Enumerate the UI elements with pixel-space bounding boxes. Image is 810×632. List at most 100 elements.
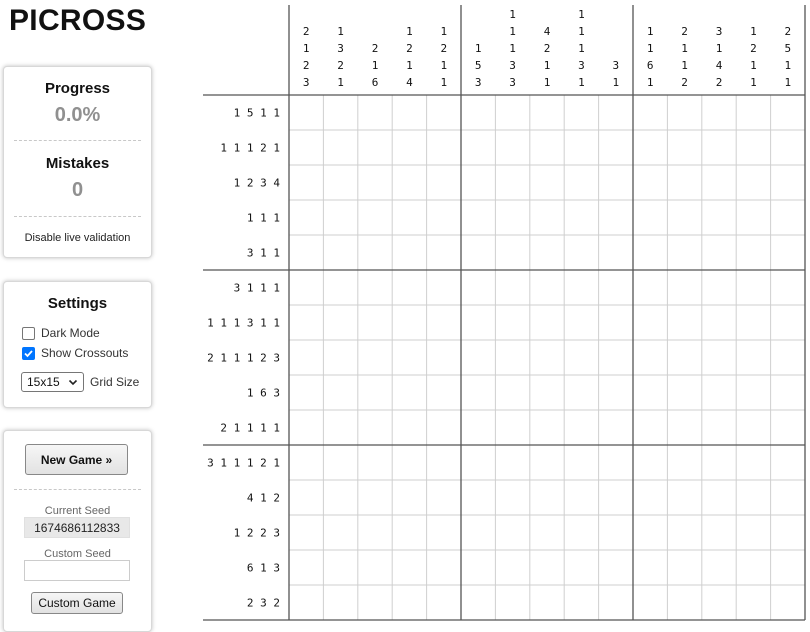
grid-cell[interactable] bbox=[357, 235, 393, 270]
grid-cell[interactable] bbox=[667, 200, 702, 235]
grid-cell[interactable] bbox=[461, 515, 496, 550]
grid-cell[interactable] bbox=[564, 550, 599, 585]
grid-cell[interactable] bbox=[633, 515, 668, 550]
grid-cell[interactable] bbox=[770, 550, 805, 585]
grid-cell[interactable] bbox=[323, 445, 358, 480]
grid-cell[interactable] bbox=[392, 550, 427, 585]
grid-cell[interactable] bbox=[667, 515, 702, 550]
grid-cell[interactable] bbox=[701, 305, 737, 340]
grid-cell[interactable] bbox=[357, 200, 393, 235]
grid-cell[interactable] bbox=[529, 340, 565, 375]
grid-cell[interactable] bbox=[736, 585, 771, 620]
grid-cell[interactable] bbox=[357, 585, 393, 620]
grid-cell[interactable] bbox=[289, 410, 324, 445]
grid-cell[interactable] bbox=[323, 375, 358, 410]
grid-cell[interactable] bbox=[495, 550, 530, 585]
grid-cell[interactable] bbox=[598, 410, 633, 445]
grid-cell[interactable] bbox=[461, 270, 496, 305]
grid-cell[interactable] bbox=[357, 270, 393, 305]
grid-cell[interactable] bbox=[736, 165, 771, 200]
grid-cell[interactable] bbox=[426, 515, 461, 550]
grid-cell[interactable] bbox=[323, 480, 358, 515]
grid-cell[interactable] bbox=[701, 550, 737, 585]
grid-cell[interactable] bbox=[598, 235, 633, 270]
grid-cell[interactable] bbox=[289, 165, 324, 200]
grid-cell[interactable] bbox=[770, 165, 805, 200]
show-crossouts-row[interactable]: Show Crossouts bbox=[22, 346, 128, 360]
grid-cell[interactable] bbox=[529, 410, 565, 445]
grid-cell[interactable] bbox=[701, 585, 737, 620]
grid-cell[interactable] bbox=[564, 585, 599, 620]
grid-cell[interactable] bbox=[357, 165, 393, 200]
grid-cell[interactable] bbox=[461, 235, 496, 270]
grid-cell[interactable] bbox=[392, 375, 427, 410]
grid-cell[interactable] bbox=[357, 305, 393, 340]
grid-cell[interactable] bbox=[426, 235, 461, 270]
grid-cell[interactable] bbox=[529, 165, 565, 200]
grid-cell[interactable] bbox=[461, 305, 496, 340]
grid-cell[interactable] bbox=[357, 480, 393, 515]
grid-cell[interactable] bbox=[564, 165, 599, 200]
grid-cell[interactable] bbox=[392, 585, 427, 620]
grid-cell[interactable] bbox=[461, 375, 496, 410]
new-game-button[interactable]: New Game » bbox=[25, 444, 128, 475]
grid-cell[interactable] bbox=[426, 165, 461, 200]
grid-cell[interactable] bbox=[564, 305, 599, 340]
grid-cell[interactable] bbox=[529, 515, 565, 550]
grid-cell[interactable] bbox=[667, 585, 702, 620]
grid-cell[interactable] bbox=[392, 270, 427, 305]
grid-cell[interactable] bbox=[564, 200, 599, 235]
grid-cell[interactable] bbox=[667, 305, 702, 340]
grid-cell[interactable] bbox=[667, 235, 702, 270]
grid-cell[interactable] bbox=[289, 340, 324, 375]
grid-cell[interactable] bbox=[701, 410, 737, 445]
grid-cell[interactable] bbox=[701, 95, 737, 130]
grid-cell[interactable] bbox=[736, 340, 771, 375]
grid-cell[interactable] bbox=[289, 375, 324, 410]
grid-cell[interactable] bbox=[289, 270, 324, 305]
grid-cell[interactable] bbox=[701, 200, 737, 235]
grid-cell[interactable] bbox=[564, 130, 599, 165]
grid-cell[interactable] bbox=[564, 95, 599, 130]
grid-cell[interactable] bbox=[564, 445, 599, 480]
grid-cell[interactable] bbox=[770, 340, 805, 375]
grid-cell[interactable] bbox=[633, 305, 668, 340]
grid-cell[interactable] bbox=[289, 515, 324, 550]
grid-cell[interactable] bbox=[392, 200, 427, 235]
grid-cell[interactable] bbox=[461, 340, 496, 375]
grid-cell[interactable] bbox=[736, 515, 771, 550]
grid-cell[interactable] bbox=[633, 480, 668, 515]
grid-cell[interactable] bbox=[633, 130, 668, 165]
dark-mode-checkbox[interactable] bbox=[22, 326, 35, 340]
grid-cell[interactable] bbox=[392, 340, 427, 375]
grid-cell[interactable] bbox=[289, 445, 324, 480]
grid-cell[interactable] bbox=[289, 235, 324, 270]
grid-size-select[interactable]: 15x15 bbox=[21, 372, 84, 392]
grid-cell[interactable] bbox=[461, 200, 496, 235]
grid-cell[interactable] bbox=[357, 130, 393, 165]
grid-cell[interactable] bbox=[357, 375, 393, 410]
grid-cell[interactable] bbox=[598, 340, 633, 375]
grid-cell[interactable] bbox=[736, 375, 771, 410]
grid-cell[interactable] bbox=[461, 165, 496, 200]
grid-cell[interactable] bbox=[495, 375, 530, 410]
grid-cell[interactable] bbox=[529, 480, 565, 515]
grid-cell[interactable] bbox=[736, 445, 771, 480]
grid-cell[interactable] bbox=[426, 270, 461, 305]
grid-cell[interactable] bbox=[357, 445, 393, 480]
grid-cell[interactable] bbox=[736, 305, 771, 340]
grid-cell[interactable] bbox=[426, 340, 461, 375]
grid-cell[interactable] bbox=[701, 235, 737, 270]
grid-cell[interactable] bbox=[426, 305, 461, 340]
grid-cell[interactable] bbox=[495, 270, 530, 305]
grid-cell[interactable] bbox=[736, 200, 771, 235]
grid-cell[interactable] bbox=[392, 165, 427, 200]
custom-game-button[interactable]: Custom Game bbox=[31, 592, 123, 614]
grid-cell[interactable] bbox=[736, 130, 771, 165]
grid-cell[interactable] bbox=[633, 550, 668, 585]
grid-cell[interactable] bbox=[529, 585, 565, 620]
grid-cell[interactable] bbox=[529, 445, 565, 480]
grid-cell[interactable] bbox=[667, 445, 702, 480]
grid-cell[interactable] bbox=[736, 410, 771, 445]
grid-cell[interactable] bbox=[495, 480, 530, 515]
